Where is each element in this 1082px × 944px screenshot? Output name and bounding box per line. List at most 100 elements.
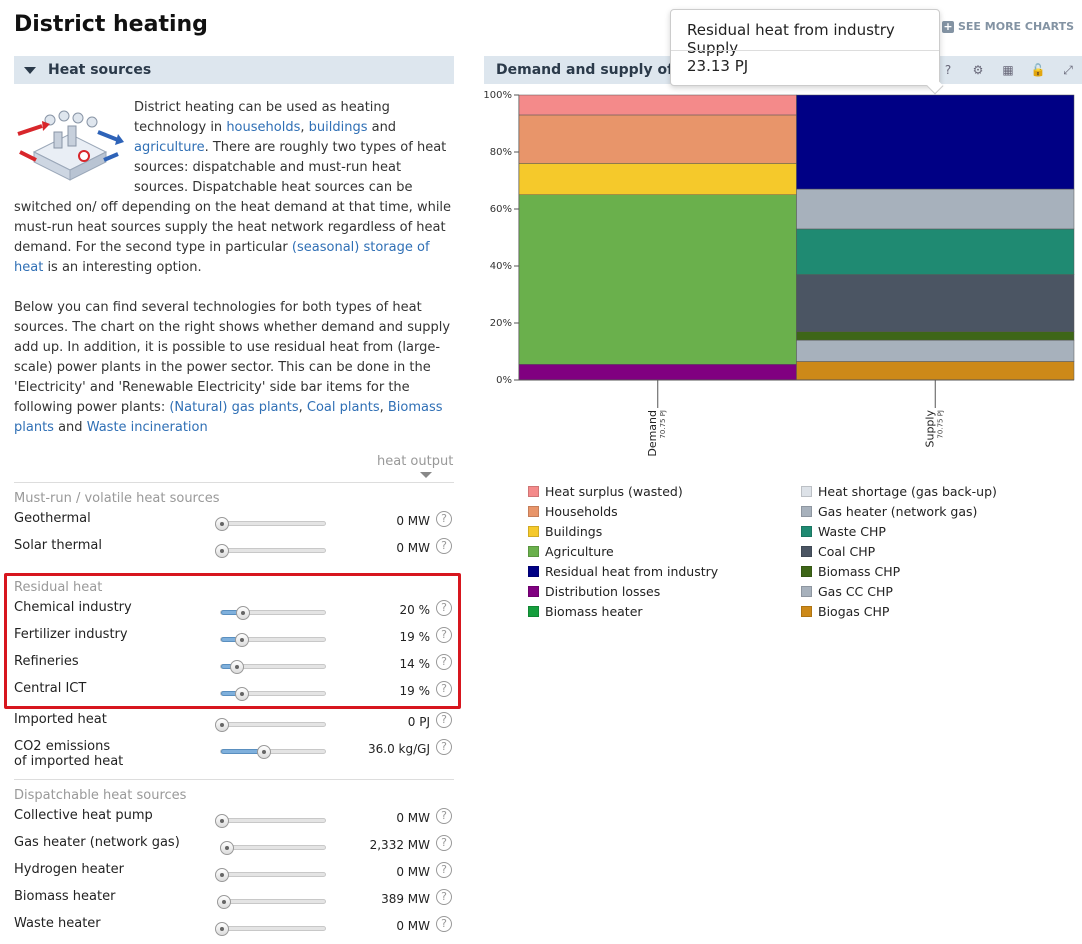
slider-track[interactable]	[220, 745, 326, 759]
lock-icon[interactable]: 🔓	[1030, 62, 1046, 78]
slider-handle[interactable]	[257, 745, 271, 759]
legend-item[interactable]: Buildings	[528, 523, 602, 539]
chart-toolbar: ? ⚙ ▦ 🔓 ⤢	[940, 62, 1076, 78]
legend-swatch	[528, 605, 539, 617]
legend-item[interactable]: Heat shortage (gas back-up)	[801, 483, 997, 499]
expand-icon[interactable]: ⤢	[1060, 62, 1076, 78]
dispatchable-title: Dispatchable heat sources	[14, 788, 187, 803]
legend-swatch	[801, 505, 812, 517]
slider-value: 36.0 kg/GJ	[368, 742, 430, 756]
must-run-title: Must-run / volatile heat sources	[14, 491, 220, 506]
help-icon[interactable]: ?	[940, 62, 956, 78]
intro-paragraph-2: Below you can find several technologies …	[14, 298, 454, 438]
legend-item[interactable]: Coal CHP	[801, 543, 875, 559]
heat-output-label[interactable]: heat output	[377, 454, 453, 469]
slider-label: Gas heater (network gas)	[14, 835, 180, 850]
slider-handle[interactable]	[215, 544, 229, 558]
slider-label: Solar thermal	[14, 538, 102, 553]
bar-segment	[796, 339, 1075, 362]
legend-item[interactable]: Biogas CHP	[801, 603, 889, 619]
slider-handle[interactable]	[217, 895, 231, 909]
slider-track[interactable]	[215, 868, 326, 882]
help-icon[interactable]: ?	[436, 739, 452, 755]
help-icon[interactable]: ?	[436, 511, 452, 527]
settings-icon[interactable]: ⚙	[970, 62, 986, 78]
legend-item[interactable]: Waste CHP	[801, 523, 886, 539]
link-coal-plants[interactable]: Coal plants	[307, 400, 380, 415]
legend-swatch	[528, 585, 539, 597]
legend-swatch	[801, 485, 812, 497]
slider-row: Biomass heater 389 MW?	[14, 889, 454, 916]
divider	[14, 482, 454, 483]
intro-sep: ,	[379, 400, 388, 415]
legend-label: Heat shortage (gas back-up)	[818, 483, 997, 499]
legend-swatch	[528, 545, 539, 557]
x-category-sublabel: 70.75 PJ	[936, 410, 944, 439]
slider-handle[interactable]	[215, 868, 229, 882]
legend-item[interactable]: Distribution losses	[528, 583, 660, 599]
legend-swatch	[801, 585, 812, 597]
table-icon[interactable]: ▦	[1000, 62, 1016, 78]
slider-track[interactable]	[215, 517, 326, 531]
slider-handle[interactable]	[215, 814, 229, 828]
heat-output-dropdown-icon[interactable]	[420, 472, 432, 478]
heat-sources-header[interactable]: Heat sources	[14, 56, 454, 84]
legend-item[interactable]: Residual heat from industry	[528, 563, 718, 579]
legend-item[interactable]: Gas heater (network gas)	[801, 503, 977, 519]
slider-row: Waste heater 0 MW?	[14, 916, 454, 943]
link-waste-incineration[interactable]: Waste incineration	[87, 420, 208, 435]
legend-label: Biomass CHP	[818, 563, 901, 579]
must-run-rows: Geothermal 0 MW? Solar thermal 0 MW?	[14, 511, 454, 565]
help-icon[interactable]: ?	[436, 835, 452, 851]
slider-label: Imported heat	[14, 712, 107, 727]
slider-handle[interactable]	[220, 841, 234, 855]
legend-swatch	[528, 565, 539, 577]
page-title: District heating	[14, 12, 208, 37]
slider-track[interactable]	[215, 814, 326, 828]
slider-handle[interactable]	[215, 718, 229, 732]
link-buildings[interactable]: buildings	[309, 120, 368, 135]
slider-row: Imported heat 0 PJ?	[14, 712, 454, 739]
link-agriculture[interactable]: agriculture	[134, 140, 205, 155]
see-more-charts-button[interactable]: + SEE MORE CHARTS	[942, 20, 1074, 33]
help-icon[interactable]: ?	[436, 916, 452, 932]
y-tick-label: 20%	[490, 318, 512, 329]
help-icon[interactable]: ?	[436, 808, 452, 824]
slider-track[interactable]	[217, 895, 326, 909]
help-icon[interactable]: ?	[436, 538, 452, 554]
intro-sep: and	[367, 120, 397, 135]
help-icon[interactable]: ?	[436, 862, 452, 878]
slider-track[interactable]	[220, 841, 326, 855]
legend-item[interactable]: Households	[528, 503, 618, 519]
slider-label: Waste heater	[14, 916, 101, 931]
legend-label: Residual heat from industry	[545, 563, 719, 579]
slider-track[interactable]	[215, 922, 326, 936]
slider-track[interactable]	[215, 718, 326, 732]
slider-row: Hydrogen heater 0 MW?	[14, 862, 454, 889]
link-households[interactable]: households	[226, 120, 300, 135]
legend-swatch	[801, 525, 812, 537]
x-category-label: Supply	[923, 410, 936, 448]
legend-label: Distribution losses	[545, 583, 661, 599]
legend-item[interactable]: Biomass CHP	[801, 563, 900, 579]
slider-label: Hydrogen heater	[14, 862, 124, 877]
chart-tooltip: Residual heat from industry Supply 23.13…	[670, 9, 944, 95]
slider-row: Geothermal 0 MW?	[14, 511, 454, 538]
slider-track[interactable]	[215, 544, 326, 558]
bar-segment	[518, 94, 797, 116]
legend-item[interactable]: Gas CC CHP	[801, 583, 893, 599]
legend-label: Biomass heater	[545, 603, 643, 619]
legend-label: Agriculture	[545, 543, 614, 559]
legend-item[interactable]: Heat surplus (wasted)	[528, 483, 683, 499]
legend-swatch	[801, 545, 812, 557]
slider-handle[interactable]	[215, 517, 229, 531]
tooltip-divider	[671, 50, 939, 51]
legend-item[interactable]: Agriculture	[528, 543, 614, 559]
slider-handle[interactable]	[215, 922, 229, 936]
intro-sep: and	[53, 420, 87, 435]
help-icon[interactable]: ?	[436, 712, 452, 728]
legend-item[interactable]: Biomass heater	[528, 603, 643, 619]
slider-row: CO2 emissions of imported heat 36.0 kg/GJ…	[14, 739, 454, 775]
link-gas-plants[interactable]: (Natural) gas plants	[169, 400, 298, 415]
help-icon[interactable]: ?	[436, 889, 452, 905]
